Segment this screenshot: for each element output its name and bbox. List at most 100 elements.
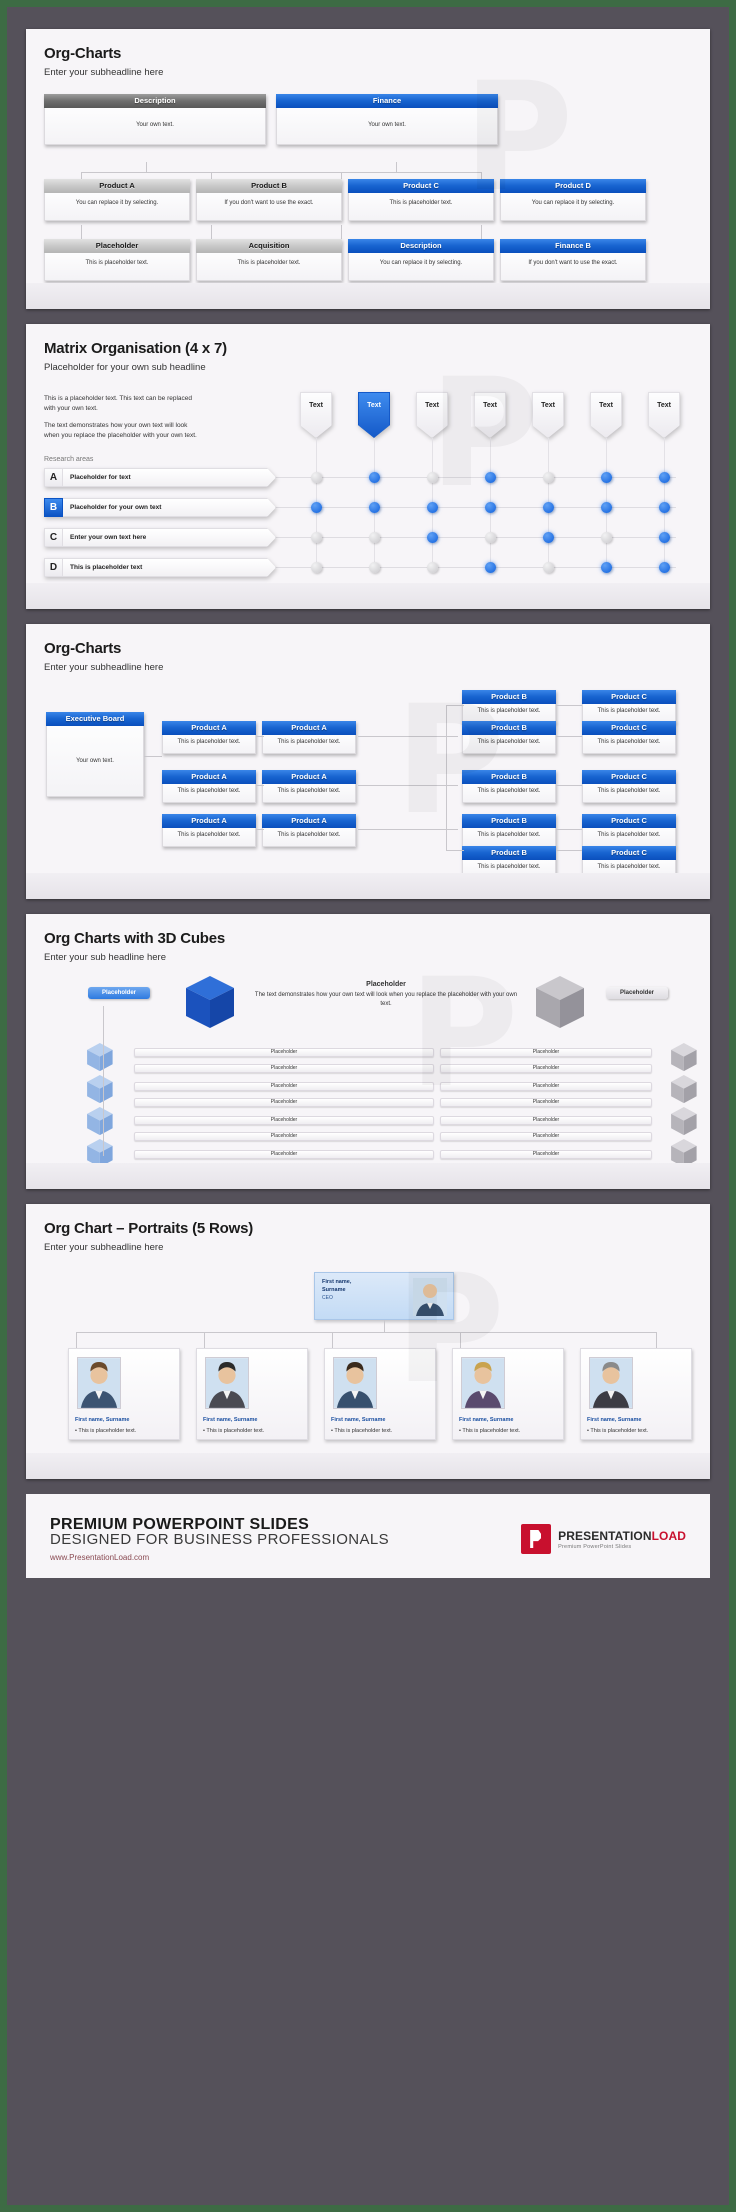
- org-box-col-a-3[interactable]: Product A This is placeholder text.: [162, 814, 256, 847]
- org-box-col-b-1[interactable]: Product A This is placeholder text.: [262, 721, 356, 754]
- matrix-dot-r3c2[interactable]: [369, 532, 380, 543]
- org-box-col-c-3[interactable]: Product B This is placeholder text.: [462, 770, 556, 803]
- matrix-column-header-7[interactable]: Text: [648, 392, 680, 438]
- org-box-product-a[interactable]: Product A You can replace it by selectin…: [44, 179, 190, 221]
- org-box-col-a-2[interactable]: Product A This is placeholder text.: [162, 770, 256, 803]
- matrix-dot-r1c6[interactable]: [601, 472, 612, 483]
- org-box-finance[interactable]: Finance Your own text.: [276, 94, 498, 145]
- matrix-dot-r4c3[interactable]: [427, 562, 438, 573]
- matrix-dot-r2c4[interactable]: [485, 502, 496, 513]
- matrix-dot-r2c1[interactable]: [311, 502, 322, 513]
- matrix-column-header-1[interactable]: Text: [300, 392, 332, 438]
- cubes-left-bar-5[interactable]: Placeholder: [134, 1116, 434, 1125]
- cubes-left-bar-6[interactable]: Placeholder: [134, 1132, 434, 1141]
- org-box-col-d-3[interactable]: Product C This is placeholder text.: [582, 770, 676, 803]
- cubes-right-bar-2[interactable]: Placeholder: [440, 1064, 652, 1073]
- matrix-column-header-5[interactable]: Text: [532, 392, 564, 438]
- portrait-card-1[interactable]: First name, Surname • This is placeholder…: [68, 1348, 180, 1440]
- org-box-description[interactable]: Description Your own text.: [44, 94, 266, 145]
- org-box-description-2[interactable]: Description You can replace it by select…: [348, 239, 494, 281]
- cubes-right-bar-1[interactable]: Placeholder: [440, 1048, 652, 1057]
- matrix-dot-r3c6[interactable]: [601, 532, 612, 543]
- org-box-col-a-1[interactable]: Product A This is placeholder text.: [162, 721, 256, 754]
- org-box-col-d-2[interactable]: Product C This is placeholder text.: [582, 721, 676, 754]
- matrix-dot-r4c7[interactable]: [659, 562, 670, 573]
- portrait-card-4[interactable]: First name, Surname • This is placeholder…: [452, 1348, 564, 1440]
- matrix-dot-r1c4[interactable]: [485, 472, 496, 483]
- research-area-row-C[interactable]: C Enter your own text here: [44, 528, 276, 547]
- left-pill-label[interactable]: Placeholder: [88, 987, 150, 999]
- matrix-dot-r1c5[interactable]: [543, 472, 554, 483]
- matrix-dot-r1c1[interactable]: [311, 472, 322, 483]
- cubes-right-bar-7[interactable]: Placeholder: [440, 1150, 652, 1159]
- matrix-dot-r3c3[interactable]: [427, 532, 438, 543]
- ceo-card[interactable]: First name, Surname CEO: [314, 1272, 454, 1320]
- matrix-dot-r3c7[interactable]: [659, 532, 670, 543]
- matrix-dot-r4c1[interactable]: [311, 562, 322, 573]
- cubes-right-bar-4[interactable]: Placeholder: [440, 1098, 652, 1107]
- org-box-product-b[interactable]: Product B If you don't want to use the e…: [196, 179, 342, 221]
- cubes-left-bar-3[interactable]: Placeholder: [134, 1082, 434, 1091]
- org-box-col-d-4[interactable]: Product C This is placeholder text.: [582, 814, 676, 847]
- matrix-column-header-6[interactable]: Text: [590, 392, 622, 438]
- page-title: Org Chart – Portraits (5 Rows): [44, 1220, 254, 1237]
- matrix-dot-r4c5[interactable]: [543, 562, 554, 573]
- org-box-col-b-2[interactable]: Product A This is placeholder text.: [262, 770, 356, 803]
- slide-bottom-strip: [26, 1453, 710, 1479]
- cubes-left-bar-1[interactable]: Placeholder: [134, 1048, 434, 1057]
- matrix-column-header-3[interactable]: Text: [416, 392, 448, 438]
- org-box-col-c-2[interactable]: Product B This is placeholder text.: [462, 721, 556, 754]
- matrix-dot-r2c7[interactable]: [659, 502, 670, 513]
- org-box-body: This is placeholder text.: [262, 735, 356, 754]
- cubes-right-bar-6[interactable]: Placeholder: [440, 1132, 652, 1141]
- cubes-right-bar-5[interactable]: Placeholder: [440, 1116, 652, 1125]
- research-area-row-B[interactable]: B Placeholder for your own text: [44, 498, 276, 517]
- cubes-left-bar-4[interactable]: Placeholder: [134, 1098, 434, 1107]
- org-box-product-c[interactable]: Product C This is placeholder text.: [348, 179, 494, 221]
- matrix-column-header-2[interactable]: Text: [358, 392, 390, 438]
- slide-org-charts-3d-cubes[interactable]: P Org Charts with 3D Cubes Enter your su…: [26, 914, 710, 1189]
- org-box-col-d-1[interactable]: Product C This is placeholder text.: [582, 690, 676, 723]
- matrix-dot-r4c4[interactable]: [485, 562, 496, 573]
- org-box-header: Product A: [44, 179, 190, 194]
- slide-org-charts-2[interactable]: P Org-Charts Enter your subheadline here…: [26, 624, 710, 899]
- matrix-dot-r2c3[interactable]: [427, 502, 438, 513]
- matrix-dot-r3c1[interactable]: [311, 532, 322, 543]
- org-box-col-c-4[interactable]: Product B This is placeholder text.: [462, 814, 556, 847]
- matrix-dot-r3c4[interactable]: [485, 532, 496, 543]
- matrix-dot-r4c6[interactable]: [601, 562, 612, 573]
- org-box-product-d[interactable]: Product D You can replace it by selectin…: [500, 179, 646, 221]
- slide-matrix-organisation[interactable]: P Matrix Organisation (4 x 7) Placeholde…: [26, 324, 710, 609]
- org-box-executive-board[interactable]: Executive Board Your own text.: [46, 712, 144, 797]
- portrait-card-2[interactable]: First name, Surname • This is placeholder…: [196, 1348, 308, 1440]
- portrait-card-3[interactable]: First name, Surname • This is placeholder…: [324, 1348, 436, 1440]
- research-area-row-A[interactable]: A Placeholder for text: [44, 468, 276, 487]
- footer-url[interactable]: www.PresentationLoad.com: [50, 1553, 389, 1562]
- cubes-left-bar-2[interactable]: Placeholder: [134, 1064, 434, 1073]
- org-box-acquisition[interactable]: Acquisition This is placeholder text.: [196, 239, 342, 281]
- cubes-right-bar-3[interactable]: Placeholder: [440, 1082, 652, 1091]
- matrix-dot-r1c7[interactable]: [659, 472, 670, 483]
- research-area-row-D[interactable]: D This is placeholder text: [44, 558, 276, 577]
- org-box-finance-b[interactable]: Finance B If you don't want to use the e…: [500, 239, 646, 281]
- matrix-dot-r2c6[interactable]: [601, 502, 612, 513]
- slide-org-charts-1[interactable]: P Org-Charts Enter your subheadline here…: [26, 29, 710, 309]
- org-box-placeholder[interactable]: Placeholder This is placeholder text.: [44, 239, 190, 281]
- matrix-dot-r4c2[interactable]: [369, 562, 380, 573]
- matrix-dot-r1c2[interactable]: [369, 472, 380, 483]
- org-box-col-b-3[interactable]: Product A This is placeholder text.: [262, 814, 356, 847]
- matrix-column-header-4[interactable]: Text: [474, 392, 506, 438]
- portrait-card-5[interactable]: First name, Surname • This is placeholder…: [580, 1348, 692, 1440]
- cubes-left-bar-7[interactable]: Placeholder: [134, 1150, 434, 1159]
- org-box-col-c-1[interactable]: Product B This is placeholder text.: [462, 690, 556, 723]
- slide-org-chart-portraits[interactable]: P Org Chart – Portraits (5 Rows) Enter y…: [26, 1204, 710, 1479]
- brand-logo[interactable]: PRESENTATIONLOAD Premium PowerPoint Slid…: [521, 1524, 686, 1554]
- matrix-dot-r3c5[interactable]: [543, 532, 554, 543]
- matrix-dot-r2c5[interactable]: [543, 502, 554, 513]
- org-box-header: Product B: [196, 179, 342, 194]
- matrix-dot-r1c3[interactable]: [427, 472, 438, 483]
- matrix-dot-r2c2[interactable]: [369, 502, 380, 513]
- right-pill-label[interactable]: Placeholder: [606, 987, 668, 999]
- watermark-logo: P: [409, 947, 519, 1121]
- org-box-body: Your own text.: [276, 108, 498, 145]
